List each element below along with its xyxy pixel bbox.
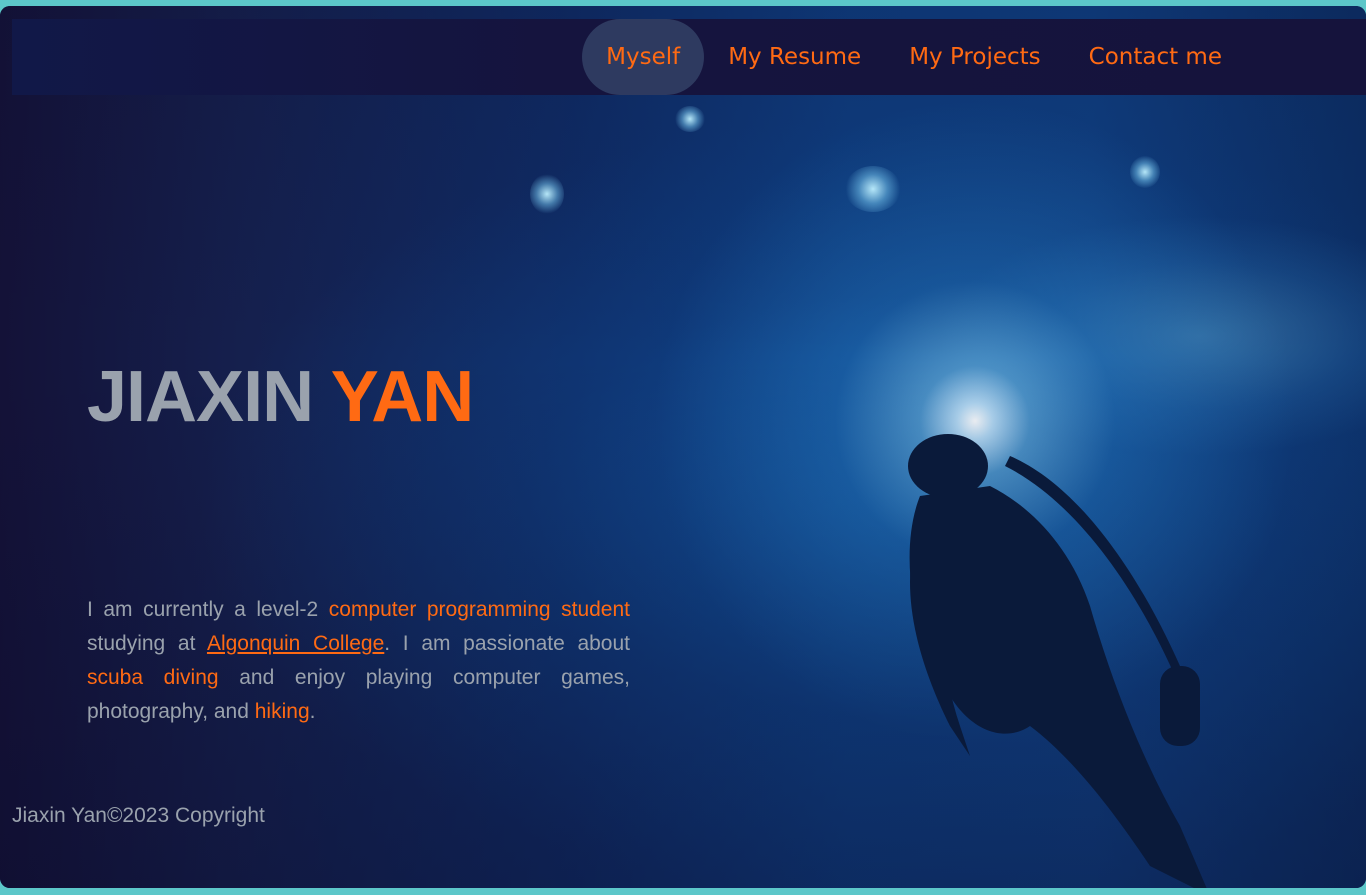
bubble-decoration (1130, 156, 1160, 188)
nav-item-myself[interactable]: Myself (582, 19, 705, 95)
bubble-decoration (845, 166, 901, 212)
intro-paragraph: I am currently a level-2 computer progra… (87, 593, 630, 729)
nav-list: Myself My Resume My Projects Contact me (582, 19, 1246, 95)
highlight-scuba-diving: scuba diving (87, 666, 219, 689)
nav-item-my-resume[interactable]: My Resume (704, 19, 885, 95)
scuba-diver-silhouette (908, 434, 1207, 888)
hero-name-heading: JIAXIN YAN (87, 356, 474, 438)
highlight-hiking: hiking (254, 700, 310, 723)
top-navbar: Myself My Resume My Projects Contact me (12, 19, 1366, 95)
hero-last-name: YAN (330, 357, 474, 437)
intro-text: . (309, 700, 316, 723)
bubble-decoration (530, 174, 564, 214)
highlight-computer-programming: computer programming student (328, 598, 630, 621)
intro-text: . I am passionate about (384, 632, 630, 655)
nav-item-contact-me[interactable]: Contact me (1065, 19, 1246, 95)
intro-text: studying at (87, 632, 207, 655)
intro-text: I am currently a level-2 (87, 598, 329, 621)
page-frame: Myself My Resume My Projects Contact me … (0, 6, 1366, 888)
bubble-decoration (675, 106, 705, 132)
hero-first-name: JIAXIN (87, 357, 314, 437)
algonquin-college-link[interactable]: Algonquin College (207, 632, 384, 655)
footer-copyright: Jiaxin Yan©2023 Copyright (12, 804, 265, 827)
nav-item-my-projects[interactable]: My Projects (885, 19, 1064, 95)
